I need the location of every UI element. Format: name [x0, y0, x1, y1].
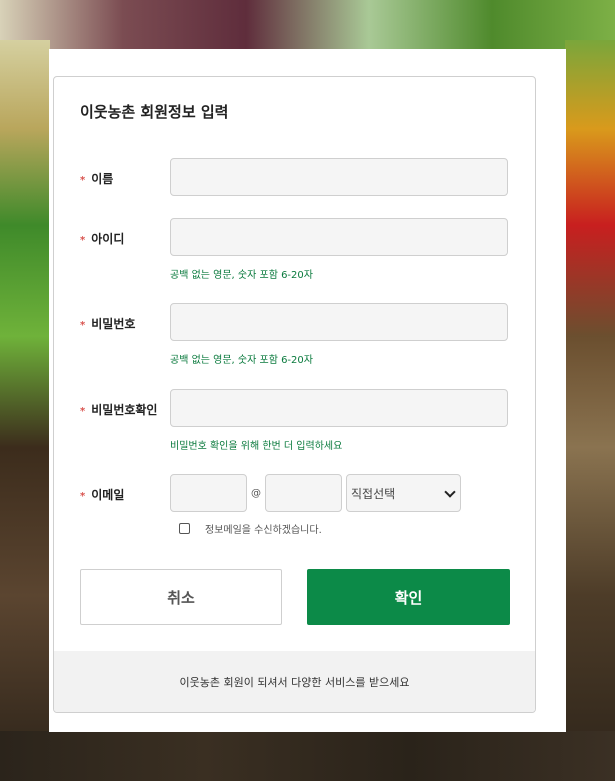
required-mark: * — [80, 235, 86, 246]
required-mark: * — [80, 406, 86, 417]
email-domain-select[interactable]: 직접선택 — [346, 474, 461, 512]
background-vegetables-left — [0, 40, 50, 781]
newsletter-label: 정보메일을 수신하겠습니다. — [205, 525, 322, 536]
password-confirm-input[interactable] — [170, 389, 508, 427]
email-domain-input[interactable] — [265, 474, 342, 512]
password-input[interactable] — [170, 303, 508, 341]
name-label-text: 이름 — [91, 172, 114, 186]
background-vegetables-right — [565, 40, 615, 781]
modal-page: 이웃농촌 회원정보 입력 * 이름 * 아이디 공백 없는 영문, 숫자 포함 6-… — [49, 49, 566, 732]
id-input[interactable] — [170, 218, 508, 256]
required-mark: * — [80, 175, 86, 186]
email-label-text: 이메일 — [91, 488, 125, 502]
background-basket-bottom — [0, 731, 615, 781]
password-confirm-label-text: 비밀번호확인 — [91, 403, 158, 417]
password-confirm-label: * 비밀번호확인 — [80, 401, 157, 418]
required-mark: * — [80, 320, 86, 331]
name-input[interactable] — [170, 158, 508, 196]
chevron-down-icon — [444, 486, 456, 498]
name-label: * 이름 — [80, 170, 113, 187]
password-hint: 공백 없는 영문, 숫자 포함 6-20자 — [170, 355, 313, 366]
email-label: * 이메일 — [80, 486, 124, 503]
id-label-text: 아이디 — [91, 232, 125, 246]
id-label: * 아이디 — [80, 230, 124, 247]
password-confirm-hint: 비밀번호 확인을 위해 한번 더 입력하세요 — [170, 441, 343, 452]
form-title: 이웃농촌 회원정보 입력 — [80, 103, 229, 121]
signup-form-card: 이웃농촌 회원정보 입력 * 이름 * 아이디 공백 없는 영문, 숫자 포함 6-… — [53, 76, 536, 713]
newsletter-checkbox[interactable] — [179, 523, 190, 534]
id-hint: 공백 없는 영문, 숫자 포함 6-20자 — [170, 270, 313, 281]
cancel-button[interactable]: 취소 — [80, 569, 282, 625]
email-local-input[interactable] — [170, 474, 247, 512]
email-domain-select-value: 직접선택 — [351, 487, 396, 501]
password-label: * 비밀번호 — [80, 315, 135, 332]
required-mark: * — [80, 491, 86, 502]
email-at-sign: @ — [251, 488, 261, 499]
confirm-button[interactable]: 확인 — [307, 569, 510, 625]
form-footer: 이웃농촌 회원이 되셔서 다양한 서비스를 받으세요 — [54, 651, 535, 712]
password-label-text: 비밀번호 — [91, 317, 136, 331]
footer-text: 이웃농촌 회원이 되셔서 다양한 서비스를 받으세요 — [179, 675, 410, 689]
